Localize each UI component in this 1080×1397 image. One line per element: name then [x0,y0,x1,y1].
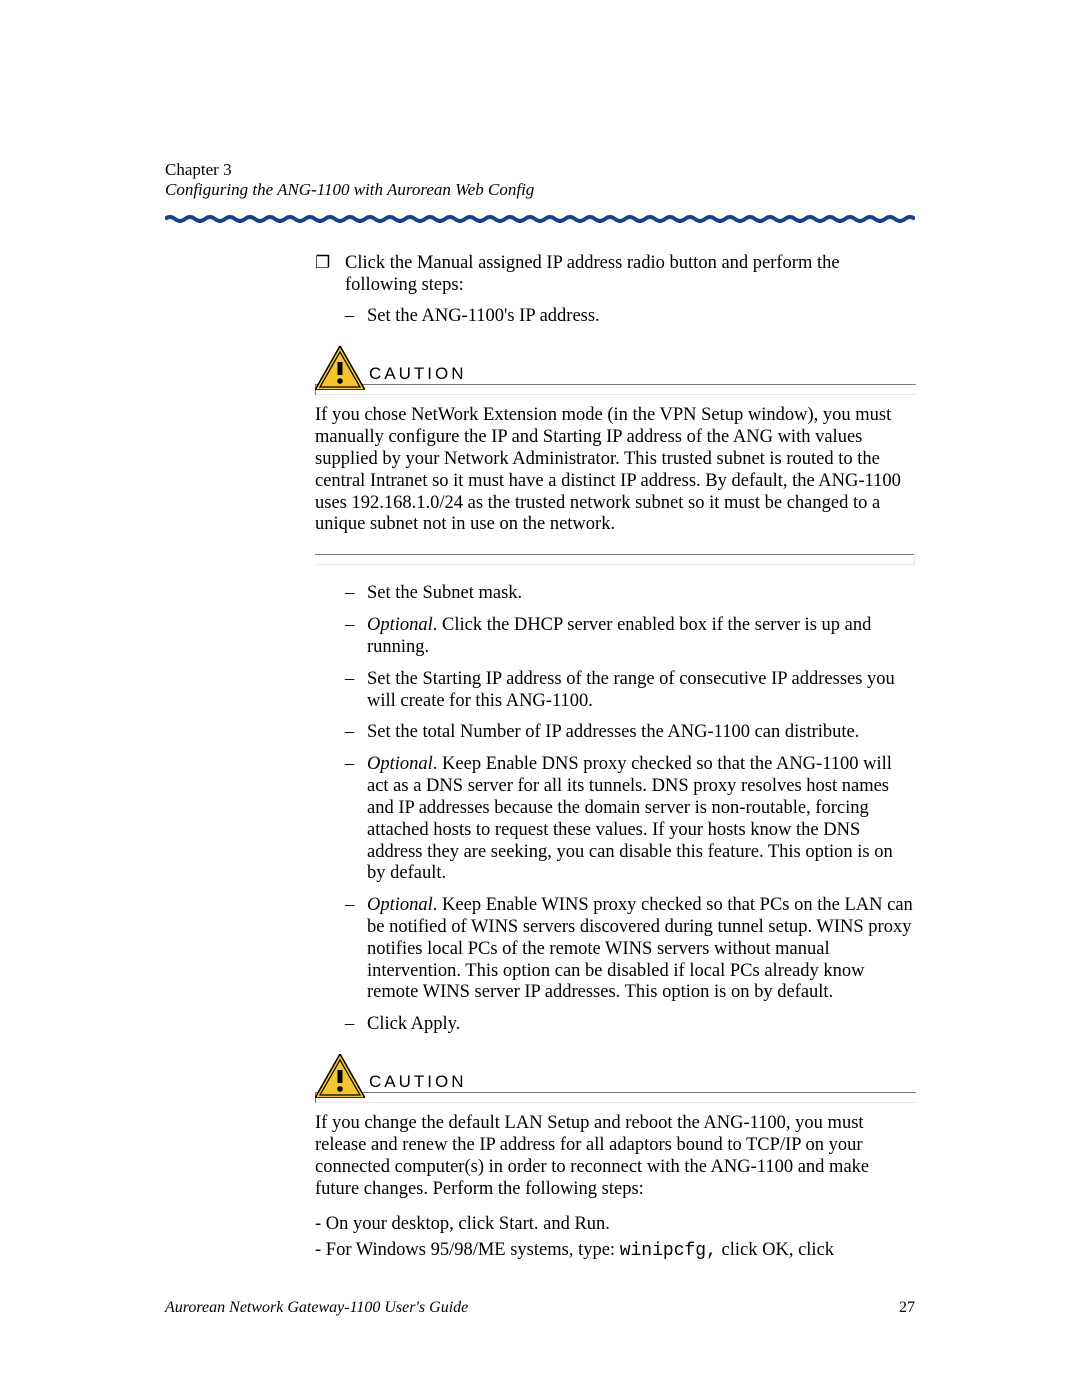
chapter-line: Chapter 3 [165,160,915,180]
step-text-rest: . Keep Enable DNS proxy checked so that … [367,754,893,883]
page-subtitle: Configuring the ANG-1100 with Aurorean W… [165,180,915,200]
optional-prefix: Optional [367,754,433,774]
step-item: – Set the Subnet mask. [315,583,915,605]
caution-step-2: - For Windows 95/98/ME systems, type: wi… [315,1240,915,1262]
body-content: ❐ Click the Manual assigned IP address r… [315,253,915,1263]
step-item: – Set the ANG-1100's IP address. [315,306,915,328]
dash-icon: – [345,615,367,659]
step-text: Set the Subnet mask. [367,583,915,605]
caution-box: CAUTION If you change the default LAN Se… [315,1054,915,1262]
step-text: Set the total Number of IP addresses the… [367,722,915,744]
checkbox-icon: ❐ [315,253,345,297]
caution-bottom-rule [315,554,915,565]
warning-triangle-icon [315,346,365,390]
dash-icon: – [345,1014,367,1036]
decorative-wave-rule [165,215,915,223]
step-text: Click Apply. [367,1014,915,1036]
caution-body-text: If you change the default LAN Setup and … [315,1113,915,1262]
caution-paragraph: If you change the default LAN Setup and … [315,1113,915,1200]
page-footer: Aurorean Network Gateway-1100 User's Gui… [165,1299,915,1317]
step-item: – Optional. Keep Enable DNS proxy checke… [315,754,915,885]
caution-step-1: - On your desktop, click Start. and Run. [315,1214,915,1236]
code-text: winipcfg, [620,1241,717,1261]
dash-icon: – [345,583,367,605]
step-text-rest: . Click the DHCP server enabled box if t… [367,615,871,657]
step-item: – Set the Starting IP address of the ran… [315,669,915,713]
caution-box: CAUTION If you chose NetWork Extension m… [315,346,915,565]
step-item: – Click Apply. [315,1014,915,1036]
dash-icon: – [345,895,367,1004]
warning-triangle-icon [315,1054,365,1098]
page-header: Chapter 3 Configuring the ANG-1100 with … [165,160,915,223]
dash-icon: – [345,722,367,744]
document-page: Chapter 3 Configuring the ANG-1100 with … [0,0,1080,1397]
step-item: – Optional. Keep Enable WINS proxy check… [315,895,915,1004]
checkbox-bullet-item: ❐ Click the Manual assigned IP address r… [315,253,915,297]
caution-body-text: If you chose NetWork Extension mode (in … [315,405,915,536]
caution-label: CAUTION [369,364,467,390]
dash-icon: – [345,669,367,713]
optional-prefix: Optional [367,895,433,915]
dash-icon: – [345,754,367,885]
footer-title: Aurorean Network Gateway-1100 User's Gui… [165,1299,468,1317]
caution-step-2-pre: - For Windows 95/98/ME systems, type: [315,1240,620,1260]
step-item: – Set the total Number of IP addresses t… [315,722,915,744]
bullet-text: Click the Manual assigned IP address rad… [345,253,915,297]
step-text: Optional. Click the DHCP server enabled … [367,615,915,659]
caution-label: CAUTION [369,1072,467,1098]
step-text-rest: . Keep Enable WINS proxy checked so that… [367,895,913,1002]
step-text: Optional. Keep Enable DNS proxy checked … [367,754,915,885]
dash-icon: – [345,306,367,328]
step-item: – Optional. Click the DHCP server enable… [315,615,915,659]
step-text: Set the ANG-1100's IP address. [367,306,915,328]
step-text: Optional. Keep Enable WINS proxy checked… [367,895,915,1004]
step-text: Set the Starting IP address of the range… [367,669,915,713]
caution-step-2-post: click OK, click [717,1240,834,1260]
optional-prefix: Optional [367,615,433,635]
page-number: 27 [899,1299,915,1317]
